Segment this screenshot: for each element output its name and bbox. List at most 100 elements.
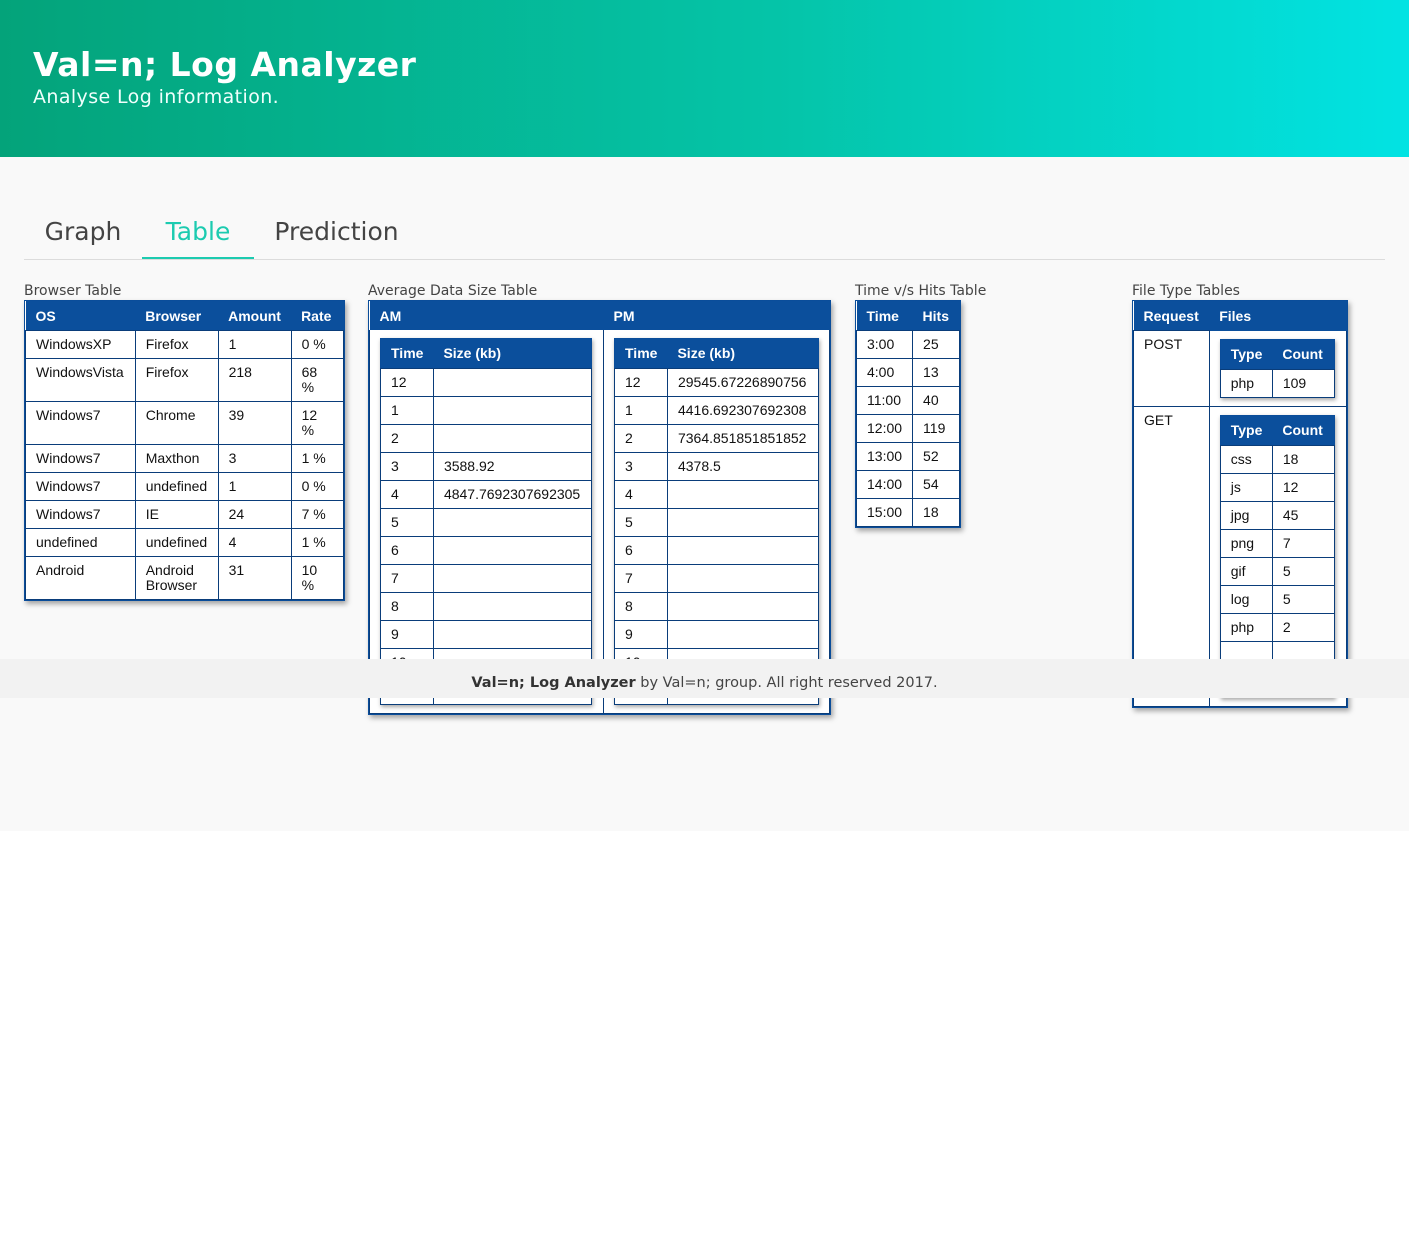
column-header-time: Time [380,338,434,369]
table-cell: 12:00 [855,414,914,443]
column-header-rate: Rate [291,301,344,331]
table-cell: Windows7 [25,444,136,473]
table-cell: 7364.851851851852 [666,424,820,453]
table-row: 3:00 25 [855,330,960,359]
table-cell: ​ [666,508,820,537]
table-row: 7​ [614,564,820,593]
table-cell: Firefox [134,358,219,402]
table-row: Windows7 undefined 1 0 % [25,472,345,501]
file-type-table-title: File Type Tables [1132,283,1240,299]
table-cell: 1 % [290,444,345,473]
column-header-size: Size (kb) [433,338,592,369]
table-row: POST Type Count php 109 [1133,330,1348,407]
table-cell: 12 [1271,472,1335,502]
table-row: 11:00 40 [855,386,960,415]
tab-prediction[interactable]: Prediction [254,204,419,259]
table-row: Windows7 Chrome 39 12 % [25,401,345,445]
table-cell: 4416.692307692308 [666,396,820,425]
table-cell: php [1219,612,1273,642]
column-header-pm: PM [603,301,830,330]
hits-table: Time Hits 3:00 25 4:00 13 11:00 40 12:00 119 13:… [855,300,961,528]
table-row: php 2 [1219,612,1335,642]
table-row: 4 4847.7692307692305 [380,480,593,509]
table-cell: 0 % [290,330,345,359]
table-cell: 119 [912,414,960,443]
table-cell: ​ [666,564,820,593]
table-cell: 18 [1271,444,1335,474]
table-row: WindowsVista Firefox 218 68 % [25,358,345,402]
table-cell: 39 [217,401,292,445]
request-post: POST [1133,330,1210,407]
column-header-time: Time [856,301,913,331]
table-cell: ​ [432,396,593,425]
table-row: 7​ [380,564,593,593]
table-cell: ​ [666,592,820,621]
column-header-count: Count [1272,339,1335,369]
table-cell: ​ [432,424,593,453]
column-header-hits: Hits [912,301,960,331]
table-cell: ​ [666,480,820,509]
table-cell: 1 % [290,528,345,557]
table-row: jpg 45 [1219,500,1335,530]
table-cell: 14:00 [855,470,914,499]
table-row: 8​ [614,592,820,621]
table-cell: 52 [912,442,960,471]
table-row: undefined undefined 4 1 % [25,528,345,557]
table-row: 3 3588.92 [380,452,593,481]
table-cell: 3 [614,452,668,481]
table-row: 1​ [380,396,593,425]
table-cell: 45 [1271,500,1335,530]
table-row: 9​ [380,620,593,649]
table-cell: 4 [614,480,668,509]
app-subtitle: Analyse Log information. [33,86,280,108]
table-cell: Firefox [134,330,219,359]
table-row: 3 4378.5 [614,452,820,481]
table-cell: 109 [1271,368,1335,398]
table-row: 2 7364.851851851852 [614,424,820,453]
table-cell: undefined [134,472,219,501]
table-cell: ​ [666,536,820,565]
footer: Val=n; Log Analyzer by Val=n; group. All… [0,659,1409,698]
file-type-table: Request Files POST Type Count php 109 GE… [1132,300,1348,708]
footer-text: by Val=n; group. All right reserved 2017… [635,675,938,691]
column-header-amount: Amount [218,301,292,331]
table-row: 13:00 52 [855,442,960,471]
table-cell: png [1219,528,1273,558]
column-header-size: Size (kb) [667,338,819,369]
table-cell: 54 [912,470,960,499]
get-file-table: Type Count css 18 js 12 jpg 45 png 7 gif 5 log 5 php… [1219,414,1335,698]
table-row: WindowsXP Firefox 1 0 % [25,330,345,359]
table-cell: 2 [614,424,668,453]
tab-bar: Graph Table Prediction [24,204,1385,260]
table-cell: 5 [1271,556,1335,586]
table-cell: 8 [614,592,668,621]
table-cell: 0 % [290,472,345,501]
table-cell: 40 [912,386,960,415]
table-cell: Windows7 [25,472,136,501]
column-header-type: Type [1220,415,1273,445]
table-cell: 12 % [290,401,345,445]
table-cell: Windows7 [25,401,136,445]
table-cell: 3588.92 [432,452,593,481]
table-cell: 7 [380,564,434,593]
table-cell: css [1219,444,1273,474]
hits-table-title: Time v/s Hits Table [855,283,987,299]
tab-graph[interactable]: Graph [24,204,142,259]
table-row: css 18 [1219,444,1335,474]
table-row: 5​ [614,508,820,537]
table-row: 15:00 18 [855,498,960,527]
table-cell: Maxthon [134,444,219,473]
table-cell: 7 [1271,528,1335,558]
post-file-table: Type Count php 109 [1219,338,1335,398]
table-cell: 3:00 [855,330,914,359]
column-header-files: Files [1209,301,1347,331]
table-cell: 4 [380,480,434,509]
table-cell: 218 [217,358,292,402]
table-cell: 4:00 [855,358,914,387]
table-cell: 10 % [290,556,345,600]
tab-table[interactable]: Table [142,204,254,259]
table-cell: Android Browser [134,556,219,600]
table-cell: WindowsVista [25,358,136,402]
table-cell: 9 [614,620,668,649]
table-cell: 13:00 [855,442,914,471]
